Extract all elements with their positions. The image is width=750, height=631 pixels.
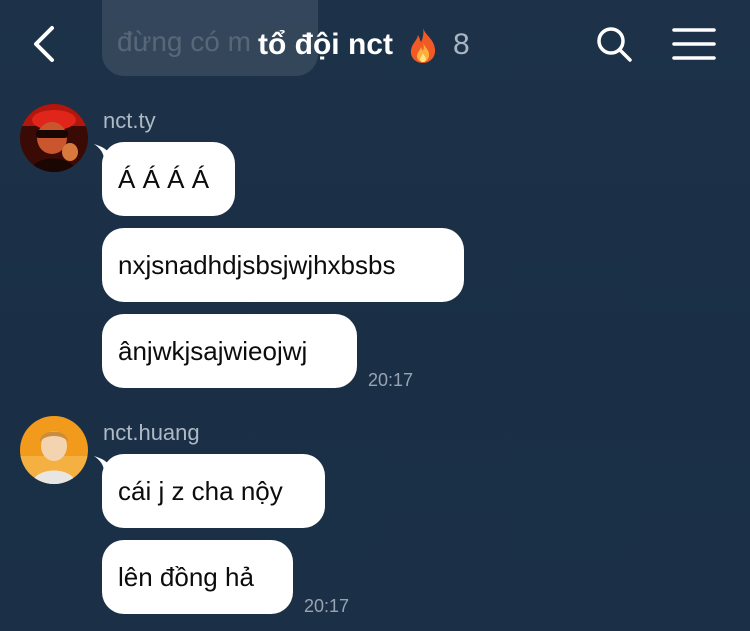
sender-name: nct.ty <box>103 108 156 133</box>
back-chevron-icon <box>34 26 54 62</box>
menu-button[interactable] <box>672 27 716 61</box>
message-bubble[interactable]: nxjsnadhdjsbsjwjhxbsbs <box>102 228 464 302</box>
message-time: 20:17 <box>368 370 414 390</box>
message-bubble[interactable]: lên đồng hả <box>102 540 293 614</box>
group-name: tổ đội nct <box>258 28 393 61</box>
chat-title[interactable]: tổ đội nct 8 <box>258 24 470 66</box>
message-bubble[interactable]: cái j z cha nộy <box>102 454 325 528</box>
avatar-icon <box>20 104 88 172</box>
member-count: 8 <box>452 28 470 61</box>
menu-icon <box>672 28 716 60</box>
avatar-nct-ty[interactable] <box>20 104 88 172</box>
chat-screen: đừng có m tổ đội nct 8 nct.ty Á Á Á Á nx… <box>0 0 750 631</box>
avatar-nct-huang[interactable] <box>20 416 88 484</box>
message-bubble[interactable]: ânjwkjsajwieojwj <box>102 314 357 388</box>
chat-header: đừng có m tổ đội nct 8 <box>0 0 750 88</box>
message-time: 20:17 <box>304 596 350 616</box>
sender-name: nct.huang <box>103 420 200 445</box>
previous-message-preview: đừng có m <box>117 26 251 57</box>
search-button[interactable] <box>594 24 634 64</box>
search-icon <box>597 27 632 62</box>
avatar-icon <box>20 416 88 484</box>
message-bubble[interactable]: Á Á Á Á <box>102 142 235 216</box>
fire-emoji-icon <box>407 26 439 64</box>
back-button[interactable] <box>24 20 64 68</box>
